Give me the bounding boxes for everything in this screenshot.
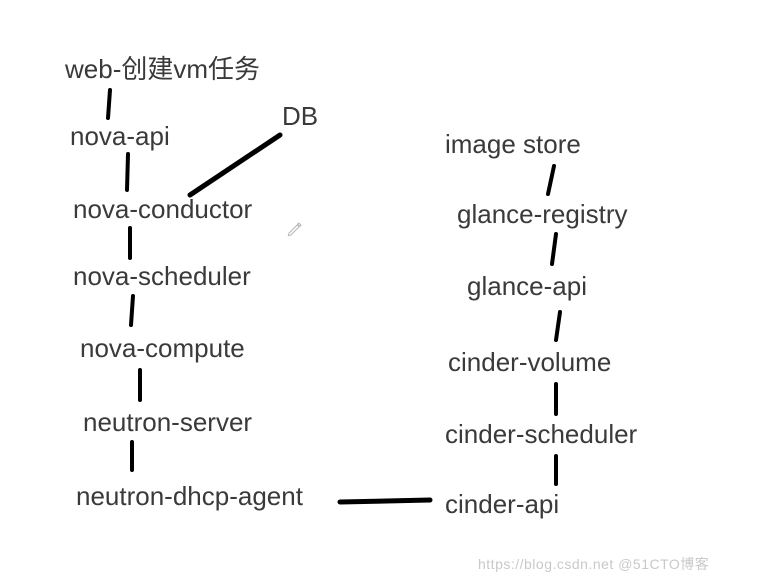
diagram-canvas: web-创建vm任务 nova-api DB nova-conductor no… xyxy=(0,0,782,579)
node-web-create-vm: web-创建vm任务 xyxy=(65,55,260,84)
node-image-store: image store xyxy=(445,130,581,159)
node-neutron-server: neutron-server xyxy=(83,408,252,437)
node-nova-scheduler: nova-scheduler xyxy=(73,262,251,291)
node-glance-registry: glance-registry xyxy=(457,200,628,229)
node-neutron-dhcp-agent: neutron-dhcp-agent xyxy=(76,482,303,511)
node-nova-compute: nova-compute xyxy=(80,334,245,363)
node-db: DB xyxy=(282,102,318,131)
node-cinder-api: cinder-api xyxy=(445,490,559,519)
node-nova-api: nova-api xyxy=(70,122,170,151)
node-nova-conductor: nova-conductor xyxy=(73,195,252,224)
pencil-icon xyxy=(286,220,304,238)
node-glance-api: glance-api xyxy=(467,272,587,301)
node-cinder-volume: cinder-volume xyxy=(448,348,611,377)
watermark-text: https://blog.csdn.net @51CTO博客 xyxy=(478,554,709,574)
node-cinder-scheduler: cinder-scheduler xyxy=(445,420,637,449)
